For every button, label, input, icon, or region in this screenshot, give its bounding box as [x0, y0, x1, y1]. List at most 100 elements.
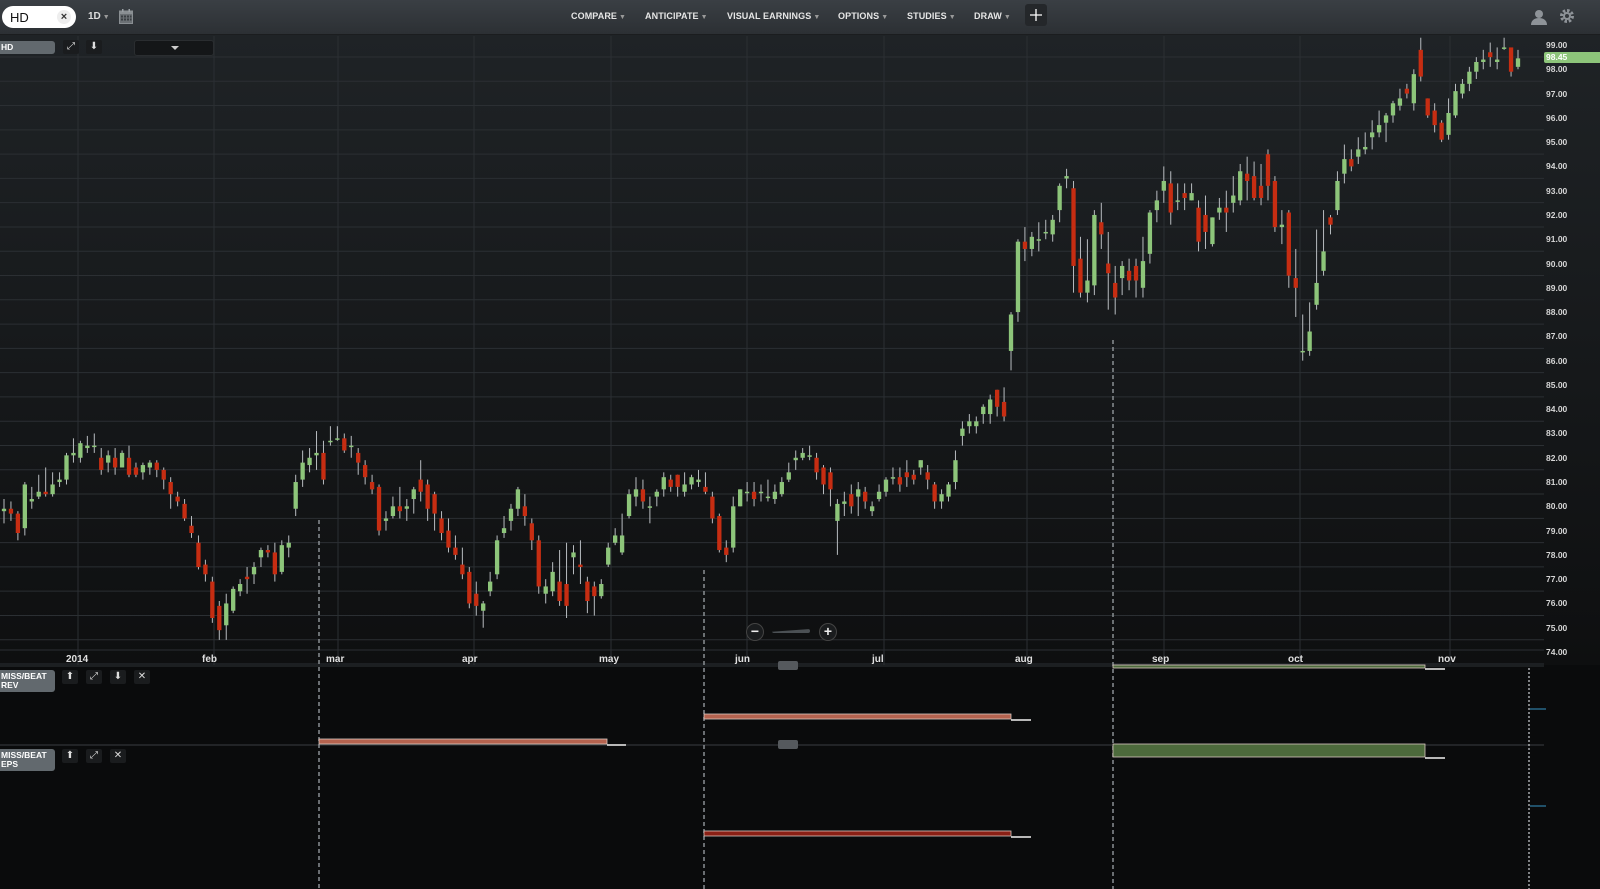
candle-up [50, 484, 55, 495]
y-tick-label: 76.00 [1546, 598, 1568, 609]
x-tick-label: jun [735, 654, 750, 665]
candle-down [863, 491, 868, 502]
candle-up [258, 550, 264, 558]
candle-up [335, 438, 340, 440]
zoom-out-button[interactable]: − [746, 623, 764, 641]
x-tick-label: mar [326, 654, 345, 665]
candle-down [418, 479, 423, 492]
candle-up [1501, 47, 1507, 49]
candle-down [1203, 214, 1208, 232]
y-tick-label: 81.00 [1546, 477, 1568, 488]
candle-up [1515, 58, 1521, 67]
candle-down [1001, 401, 1007, 417]
candle-down [342, 438, 347, 451]
candle-up [1411, 74, 1416, 104]
candle-up [800, 452, 805, 458]
candle-up [1085, 280, 1090, 293]
eps-panel-label[interactable]: MISS/BEAT EPS [0, 749, 55, 771]
candle-up [1453, 91, 1458, 116]
candle-down [849, 494, 854, 507]
candle-up [36, 491, 41, 497]
candle-up [1175, 200, 1180, 202]
rev-miss-bar [318, 738, 608, 745]
candle-up [1300, 350, 1305, 353]
candle-up [599, 584, 604, 597]
candle-up [1481, 59, 1486, 62]
y-tick-label: 85.00 [1546, 379, 1568, 390]
y-tick-label: 91.00 [1546, 234, 1568, 245]
candle-up [682, 484, 687, 492]
candle-up [1231, 195, 1236, 203]
candle-up [647, 506, 653, 508]
candle-down [321, 452, 326, 480]
y-tick-label: 75.00 [1546, 622, 1568, 633]
move-down-button[interactable]: ⬇ [110, 670, 126, 684]
x-tick-label: sep [1152, 654, 1170, 665]
candle-down [1078, 258, 1083, 293]
candle-up [1, 508, 7, 512]
main-panel-label[interactable]: HD [0, 41, 55, 54]
y-tick-label: 93.00 [1546, 185, 1568, 196]
rev-panel-label[interactable]: MISS/BEAT REV [0, 670, 55, 692]
y-tick-label: 77.00 [1546, 574, 1568, 585]
candle-down [675, 474, 680, 487]
close-panel-button[interactable]: ✕ [134, 670, 150, 684]
expand-panel-button[interactable]: ⤢ [86, 749, 102, 763]
candle-down [265, 550, 271, 553]
candle-down [1251, 176, 1257, 198]
candle-down [1258, 185, 1264, 198]
candle-down [168, 482, 173, 495]
candle-up [758, 491, 764, 494]
candle-down [994, 389, 1000, 407]
candle-up [279, 545, 284, 572]
move-down-button[interactable]: ⬇ [86, 40, 102, 54]
candle-up [411, 489, 416, 500]
candle-up [779, 482, 784, 495]
candle-up [481, 603, 486, 611]
candle-up [1495, 59, 1500, 62]
y-tick-label: 92.00 [1546, 209, 1568, 220]
candle-down [8, 508, 14, 514]
candle-up [85, 445, 90, 449]
y-tick-label: 78.00 [1546, 549, 1568, 560]
candle-down [43, 491, 48, 495]
candle-up [654, 491, 659, 497]
candle-up [543, 586, 548, 594]
zoom-in-button[interactable]: + [819, 623, 837, 641]
candle-up [918, 460, 923, 468]
candle-up [349, 445, 354, 448]
move-up-button[interactable]: ⬆ [62, 749, 78, 763]
x-tick-label: nov [1438, 654, 1456, 665]
panel-dropdown[interactable] [134, 40, 214, 56]
y-tick-label: 96.00 [1546, 112, 1568, 123]
candle-down [1113, 282, 1118, 298]
candle-down [668, 479, 673, 487]
expand-panel-button[interactable]: ⤢ [63, 40, 79, 54]
expand-panel-button[interactable]: ⤢ [86, 670, 102, 684]
candle-down [244, 576, 250, 580]
candle-down [911, 474, 916, 480]
candle-down [640, 489, 646, 502]
candle-up [231, 588, 236, 611]
candle-down [1182, 193, 1187, 198]
candle-up [613, 535, 618, 543]
candle-down [1404, 88, 1410, 94]
candle-down [397, 506, 403, 512]
candle-up [1217, 207, 1222, 213]
resize-handle[interactable] [778, 740, 798, 749]
move-up-button[interactable]: ⬆ [62, 670, 78, 684]
candle-up [856, 489, 861, 497]
resize-handle[interactable] [778, 661, 798, 670]
candle-up [300, 462, 305, 480]
candle-up [314, 452, 319, 456]
candle-up [626, 494, 632, 517]
candle-up [633, 489, 639, 497]
close-panel-button[interactable]: ✕ [110, 749, 126, 763]
candle-down [1432, 110, 1437, 126]
eps-panel-label-line2: EPS [1, 759, 19, 769]
candle-up [1008, 314, 1014, 351]
candle-up [1307, 331, 1312, 351]
candle-down [828, 472, 833, 490]
candle-down [717, 516, 722, 551]
candle-down [432, 494, 437, 514]
